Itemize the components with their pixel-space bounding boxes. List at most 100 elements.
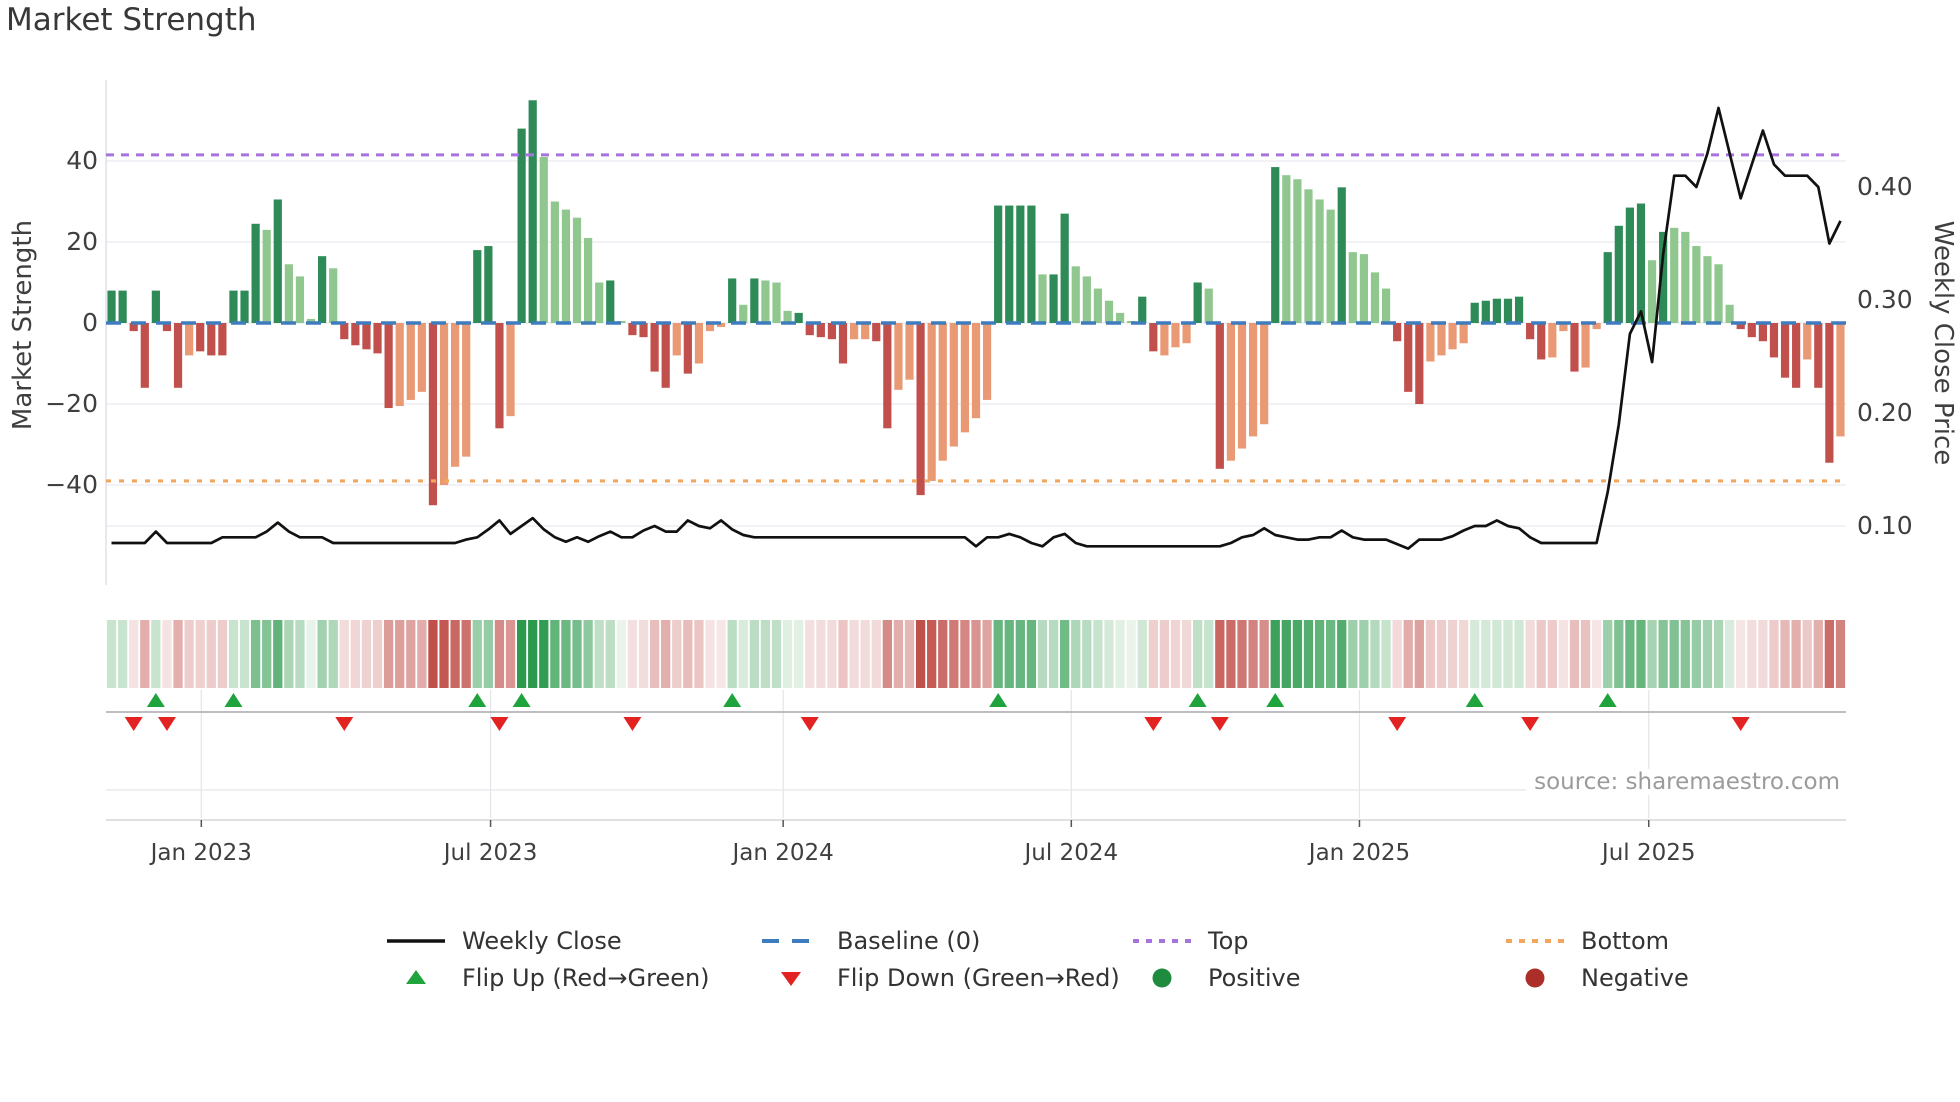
strength-bar <box>872 323 881 342</box>
y-tick-label-right: 0.20 <box>1857 398 1913 427</box>
legend-item-flip-down: Flip Down (Green→Red) <box>760 964 1120 992</box>
heatmap-cell <box>683 620 693 688</box>
heatmap-cell <box>716 620 726 688</box>
strength-bar <box>1780 323 1790 378</box>
strength-bar <box>329 268 338 323</box>
strength-bar <box>1027 205 1036 323</box>
flip-up-marker <box>989 693 1008 707</box>
y-axis-ticks-left: 40 20 0 −20 −40 <box>45 146 98 499</box>
strength-bar <box>517 128 526 323</box>
flip-up-marker <box>1598 693 1617 707</box>
heatmap-cell <box>361 620 372 688</box>
strength-bar <box>1714 264 1723 323</box>
strength-bar <box>351 323 360 346</box>
strength-bar <box>1836 323 1845 437</box>
strength-bar <box>561 209 571 323</box>
strength-bar <box>849 323 859 340</box>
heatmap-cell <box>649 620 660 688</box>
heatmap-cell <box>927 620 937 688</box>
strength-bar <box>1725 304 1734 323</box>
legend-label: Baseline (0) <box>837 927 981 955</box>
strength-bar <box>982 323 992 400</box>
heatmap-cell <box>162 620 172 688</box>
strength-bar <box>994 205 1003 323</box>
strength-bar <box>362 323 371 350</box>
flip-down-marker <box>1144 717 1163 731</box>
heatmap-cell <box>982 620 992 688</box>
heatmap-cell <box>383 620 394 688</box>
strength-bar <box>340 323 349 340</box>
heatmap-cell <box>1802 620 1812 688</box>
flip-down-marker <box>1388 717 1407 731</box>
flip-down-marker <box>800 717 819 731</box>
flip-marker-band <box>106 690 1846 821</box>
strength-bar <box>1636 203 1646 323</box>
heatmap-cell <box>1104 620 1114 688</box>
strength-bar <box>318 256 327 323</box>
strength-bar <box>1093 288 1103 323</box>
strength-bar <box>550 201 559 323</box>
strength-bar <box>938 323 947 461</box>
heatmap-cell <box>439 620 449 688</box>
heatmap-cell <box>1591 620 1602 688</box>
strength-bar <box>1171 323 1180 348</box>
strength-bar <box>218 323 227 356</box>
strength-bar <box>1005 205 1014 323</box>
strength-bar <box>1182 323 1191 344</box>
strength-bar <box>1381 288 1391 323</box>
heatmap-cell <box>860 620 870 688</box>
heatmap-cell <box>129 620 139 688</box>
strength-bar <box>439 323 449 485</box>
heatmap-cell <box>1048 620 1059 688</box>
strength-bar <box>1670 227 1679 323</box>
heatmap-cell <box>1702 620 1713 688</box>
heatmap-cell <box>1603 620 1613 688</box>
heatmap-cell <box>1724 620 1735 688</box>
strength-bar <box>1526 323 1535 340</box>
circle-green-icon <box>1152 968 1172 988</box>
flip-up-marker <box>1465 693 1484 707</box>
heatmap-cell <box>561 620 571 688</box>
heatmap-cell <box>494 620 505 688</box>
legend-label: Positive <box>1208 964 1301 992</box>
strength-bar <box>495 323 504 429</box>
heatmap-cell <box>117 620 128 688</box>
y-axis-ticks-right: 0.40 0.30 0.20 0.10 <box>1857 172 1913 540</box>
heatmap-cell <box>1137 620 1147 688</box>
strength-bar <box>1193 282 1202 323</box>
strength-bar <box>1459 323 1468 344</box>
heatmap-cell <box>1037 620 1048 688</box>
flip-up-marker <box>224 693 243 707</box>
heatmap-cell <box>971 620 981 688</box>
heatmap-cell <box>1281 620 1291 688</box>
y-tick-label-right: 0.30 <box>1857 285 1913 314</box>
heatmap-cell <box>1060 620 1070 688</box>
heatmap-cell <box>461 620 471 688</box>
heatmap-cell <box>583 620 593 688</box>
strength-bar <box>1049 274 1058 323</box>
strength-bar <box>661 323 670 388</box>
heatmap-cell <box>195 620 205 688</box>
heatmap-cell <box>1026 620 1037 688</box>
strength-heatmap <box>106 620 1846 688</box>
strength-bar <box>1437 323 1446 356</box>
heatmap-cell <box>516 620 527 688</box>
flip-up-marker <box>723 693 742 707</box>
heatmap-cell <box>572 620 582 688</box>
strength-bar <box>196 323 205 352</box>
x-tick-label: Jan 2023 <box>149 840 252 866</box>
heatmap-cell <box>1558 620 1569 688</box>
heatmap-cell <box>328 620 338 688</box>
heatmap-cell <box>1126 620 1136 688</box>
line-swatch-icon <box>387 939 445 943</box>
strength-bar <box>916 323 925 496</box>
heatmap-cell <box>616 620 626 688</box>
strength-bar <box>417 323 426 392</box>
strength-bar <box>395 323 404 407</box>
x-tick-label: Jan 2025 <box>1307 840 1410 866</box>
strength-bar <box>927 323 936 481</box>
strength-bar <box>750 278 759 323</box>
heatmap-cell <box>1425 620 1436 688</box>
strength-bar <box>1692 246 1701 323</box>
flip-down-marker <box>335 717 354 731</box>
